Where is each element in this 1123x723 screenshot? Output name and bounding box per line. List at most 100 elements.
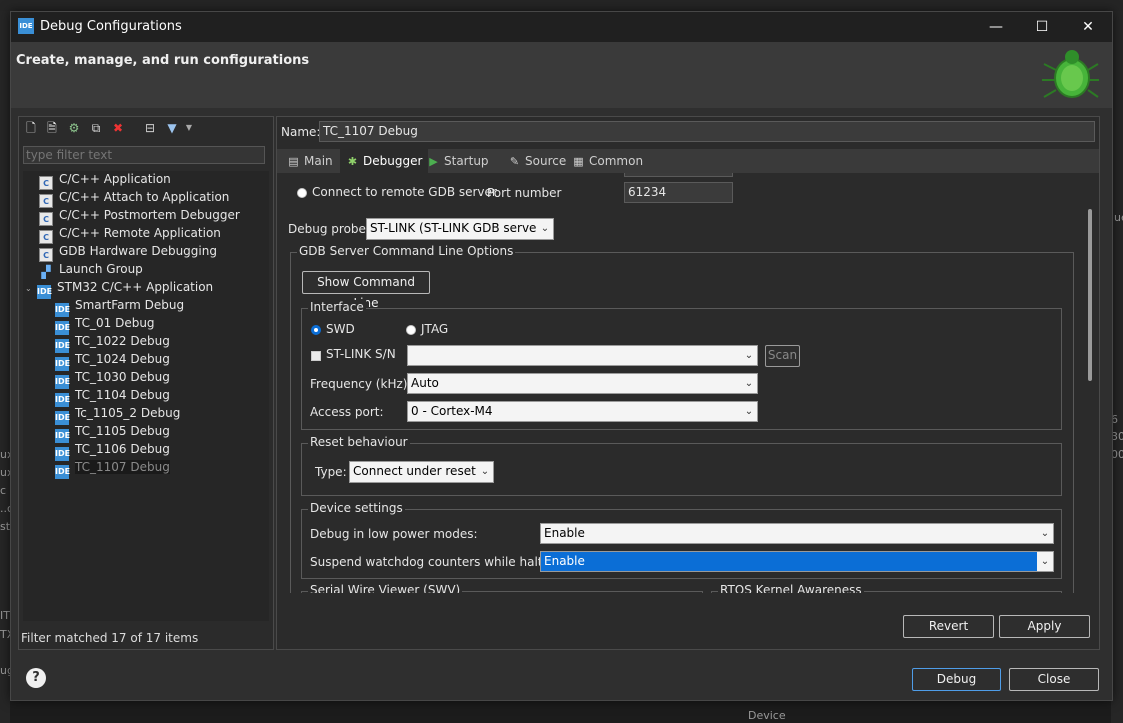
tree-item-selected[interactable]: IDE TC_1107 Debug	[55, 459, 170, 479]
debug-button[interactable]: Debug	[912, 668, 1001, 691]
low-power-label: Debug in low power modes:	[310, 527, 478, 541]
tree-item-label: TC_1024 Debug	[75, 352, 170, 366]
name-field[interactable]: TC_1107 Debug	[319, 121, 1095, 142]
tab-startup[interactable]: ▶ Startup	[427, 149, 488, 173]
chevron-down-icon: ⌄	[741, 402, 757, 421]
new-prototype-icon[interactable]: 🗎	[44, 120, 60, 136]
bug-icon: ✱	[347, 155, 358, 168]
chevron-down-icon: ⌄	[477, 462, 493, 482]
tree-item[interactable]: IDE Tc_1105_2 Debug	[55, 405, 181, 425]
close-button[interactable]: Close	[1009, 668, 1099, 691]
debug-probe-select[interactable]: ST-LINK (ST-LINK GDB server) ⌄	[366, 218, 554, 240]
stlink-sn-checkbox[interactable]	[311, 351, 321, 361]
tree-item[interactable]: C GDB Hardware Debugging	[39, 243, 217, 262]
tab-common[interactable]: ▦ Common	[572, 149, 643, 173]
frequency-select[interactable]: Auto ⌄	[407, 373, 758, 394]
tab-main[interactable]: ▤ Main	[287, 149, 332, 173]
reset-type-label: Type:	[315, 465, 347, 479]
jtag-radio[interactable]	[406, 325, 416, 335]
tree-item-label: TC_1107 Debug	[75, 460, 170, 474]
tree-item-label: TC_1106 Debug	[75, 442, 170, 456]
device-settings-title: Device settings	[308, 501, 405, 515]
filter-menu-chevron-down-icon[interactable]: ▼	[181, 120, 197, 136]
configuration-editor-panel: Name: TC_1107 Debug ▤ Main ✱ Debugger ▶ Sta…	[276, 116, 1100, 650]
scan-button[interactable]: Scan	[765, 345, 800, 367]
delete-icon[interactable]: ✖	[110, 120, 126, 136]
tree-item[interactable]: ▞ Launch Group	[39, 261, 142, 279]
export-icon[interactable]: ⚙	[66, 120, 82, 136]
left-toolbar: 🗋 🗎 ⚙ ⧉ ✖ ⊟ ▼ ▼	[19, 117, 273, 141]
apply-button[interactable]: Apply	[999, 615, 1090, 638]
swd-radio[interactable]	[311, 325, 321, 335]
port-number-label: Port number	[487, 186, 562, 200]
tab-label: Debugger	[363, 154, 423, 168]
show-command-line-button[interactable]: Show Command Line	[302, 271, 430, 310]
filter-icon[interactable]: ▼	[164, 120, 180, 136]
main-tab-icon: ▤	[288, 155, 299, 168]
tree-item[interactable]: IDE TC_1105 Debug	[55, 423, 170, 443]
port-number-field[interactable]: 61234	[624, 182, 733, 203]
tree-item-label: C/C++ Remote Application	[59, 226, 221, 240]
tree-item[interactable]: IDE TC_1030 Debug	[55, 369, 170, 389]
c-configuration-icon: C	[39, 194, 53, 208]
chevron-down-icon[interactable]: ⌄	[25, 280, 37, 297]
tree-item[interactable]: IDE TC_1024 Debug	[55, 351, 170, 371]
watchdog-label: Suspend watchdog counters while halted:	[310, 555, 562, 569]
chevron-down-icon: ⌄	[741, 374, 757, 393]
tree-item[interactable]: IDE TC_1022 Debug	[55, 333, 170, 353]
gdb-group-title: GDB Server Command Line Options	[297, 244, 516, 258]
low-power-value: Enable	[544, 526, 585, 540]
tree-item-label: TC_1105 Debug	[75, 424, 170, 438]
reset-title: Reset behaviour	[308, 435, 410, 449]
host-field-partial[interactable]	[624, 173, 733, 177]
title-bar: IDE Debug Configurations — ☐ ✕	[11, 12, 1112, 42]
vertical-scrollbar[interactable]	[1085, 177, 1097, 595]
debugger-tab-content: Connect to remote GDB server Port number…	[277, 173, 1085, 593]
close-window-button[interactable]: ✕	[1065, 12, 1111, 42]
swd-label: SWD	[326, 322, 355, 336]
access-port-select[interactable]: 0 - Cortex-M4 ⌄	[407, 401, 758, 422]
access-port-value: 0 - Cortex-M4	[411, 404, 493, 418]
minimize-button[interactable]: —	[973, 12, 1019, 42]
debug-probe-label: Debug probe	[288, 222, 366, 236]
tree-item-expanded[interactable]: ⌄ IDE STM32 C/C++ Application	[25, 279, 213, 299]
tree-item[interactable]: C C/C++ Postmortem Debugger	[39, 207, 240, 226]
tree-item[interactable]: C C/C++ Application	[39, 171, 171, 190]
tab-label: Source	[525, 154, 567, 168]
swv-title: Serial Wire Viewer (SWV)	[308, 583, 463, 593]
filter-input[interactable]	[23, 146, 265, 164]
tab-label: Common	[589, 154, 644, 168]
c-configuration-icon: C	[39, 212, 53, 226]
remote-gdb-label: Connect to remote GDB server	[312, 185, 497, 199]
tree-item[interactable]: IDE TC_1104 Debug	[55, 387, 170, 407]
duplicate-icon[interactable]: ⧉	[88, 120, 104, 136]
tab-debugger[interactable]: ✱ Debugger	[340, 149, 429, 173]
low-power-select[interactable]: Enable ⌄	[540, 523, 1054, 544]
revert-button[interactable]: Revert	[903, 615, 994, 638]
tree-item[interactable]: IDE SmartFarm Debug	[55, 297, 184, 317]
watchdog-select[interactable]: Enable ⌄	[540, 551, 1054, 572]
tree-item-label: C/C++ Attach to Application	[59, 190, 230, 204]
maximize-button[interactable]: ☐	[1019, 12, 1065, 42]
tree-item-label: Tc_1105_2 Debug	[75, 406, 181, 420]
swv-group: Serial Wire Viewer (SWV)	[301, 583, 703, 593]
reset-type-select[interactable]: Connect under reset ⌄	[349, 461, 494, 483]
stlink-sn-label: ST-LINK S/N	[326, 347, 396, 361]
tab-source[interactable]: ✎ Source	[508, 149, 566, 173]
tree-item[interactable]: IDE TC_01 Debug	[55, 315, 155, 335]
frequency-value: Auto	[411, 376, 439, 390]
stlink-sn-select[interactable]: ⌄	[407, 345, 758, 366]
c-configuration-icon: C	[39, 248, 53, 262]
tree-item[interactable]: IDE TC_1106 Debug	[55, 441, 170, 461]
collapse-all-icon[interactable]: ⊟	[142, 120, 158, 136]
scrollbar-thumb[interactable]	[1088, 209, 1092, 381]
chevron-down-icon: ⌄	[1037, 524, 1053, 543]
tree-item[interactable]: C C/C++ Remote Application	[39, 225, 221, 244]
banner-title: Create, manage, and run configurations	[16, 53, 310, 68]
chevron-down-icon: ⌄	[537, 219, 553, 239]
c-configuration-icon: C	[39, 176, 53, 190]
tree-item[interactable]: C C/C++ Attach to Application	[39, 189, 230, 208]
remote-gdb-radio[interactable]	[297, 188, 307, 198]
new-configuration-icon[interactable]: 🗋	[23, 120, 39, 136]
help-icon[interactable]: ?	[26, 668, 46, 688]
